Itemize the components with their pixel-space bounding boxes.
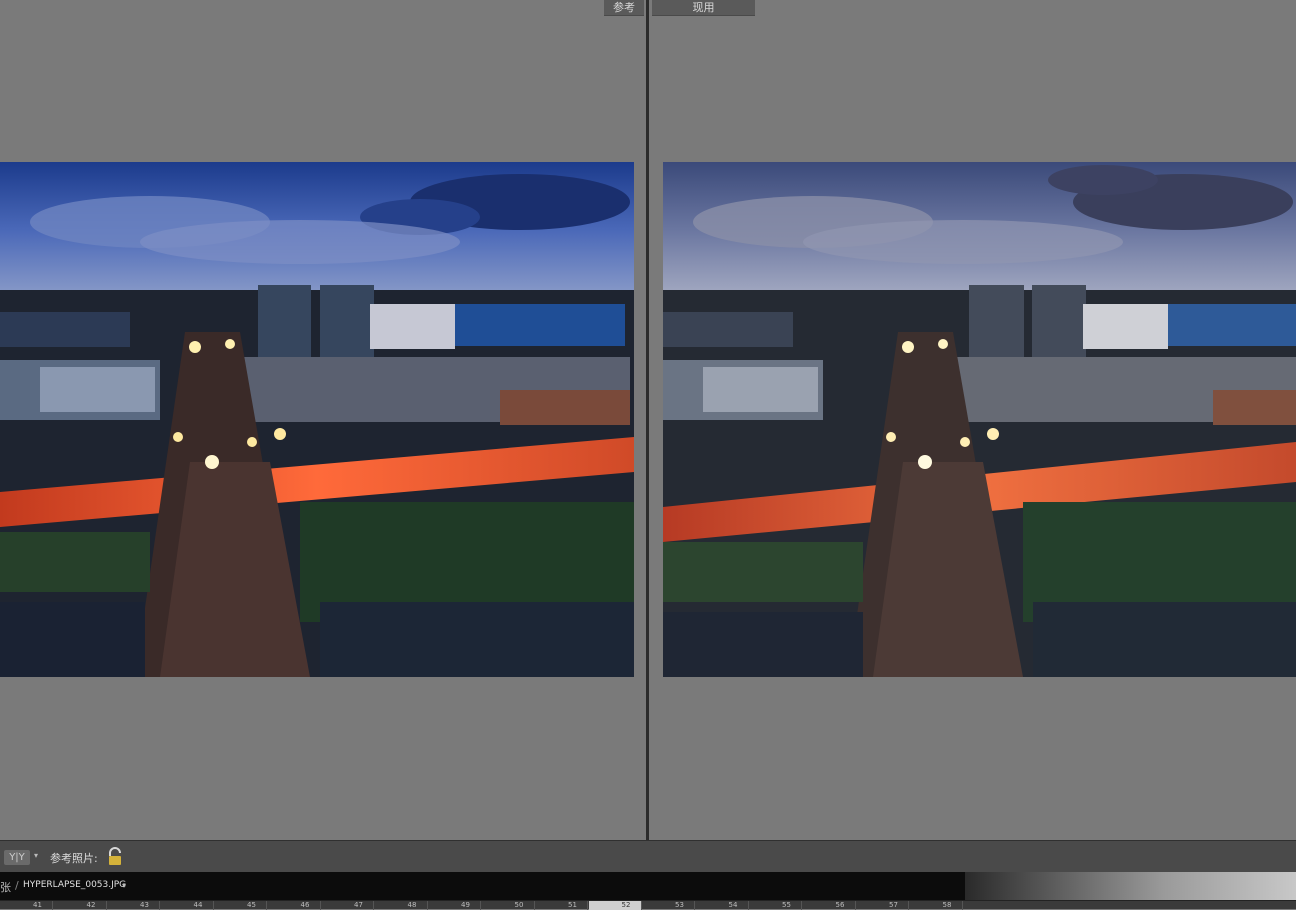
chevron-down-icon[interactable]: ▾ [34, 851, 38, 860]
reference-photo-label: 参考照片: [50, 852, 98, 865]
current-tab[interactable]: 现用 [652, 0, 755, 16]
filename-label[interactable]: HYPERLAPSE_0053.JPG [23, 880, 126, 890]
current-photo[interactable] [663, 162, 1296, 677]
filmstrip-fade [965, 872, 1296, 900]
lock-icon[interactable] [106, 847, 124, 867]
reference-photo[interactable] [0, 162, 634, 677]
reference-tab[interactable]: 参考 [604, 0, 644, 16]
view-mode-button[interactable]: Y|Y [4, 850, 30, 865]
night-city-image-edited [663, 162, 1296, 677]
filmstrip-info-bar: 张 / HYPERLAPSE_0053.JPG ▾ [0, 872, 1296, 900]
photo-count-fragment: 张 [0, 881, 11, 894]
chevron-down-icon[interactable]: ▾ [122, 881, 126, 890]
night-city-image [0, 162, 634, 677]
compare-divider[interactable] [646, 0, 649, 840]
bottom-toolbar: Y|Y ▾ 参考照片: [0, 840, 1296, 872]
path-separator: / [15, 879, 19, 892]
filmstrip-frame-ruler: 41 42 43 44 45 46 47 48 49 50 51 52 53 54 55 56 57 58 [0, 900, 1296, 910]
